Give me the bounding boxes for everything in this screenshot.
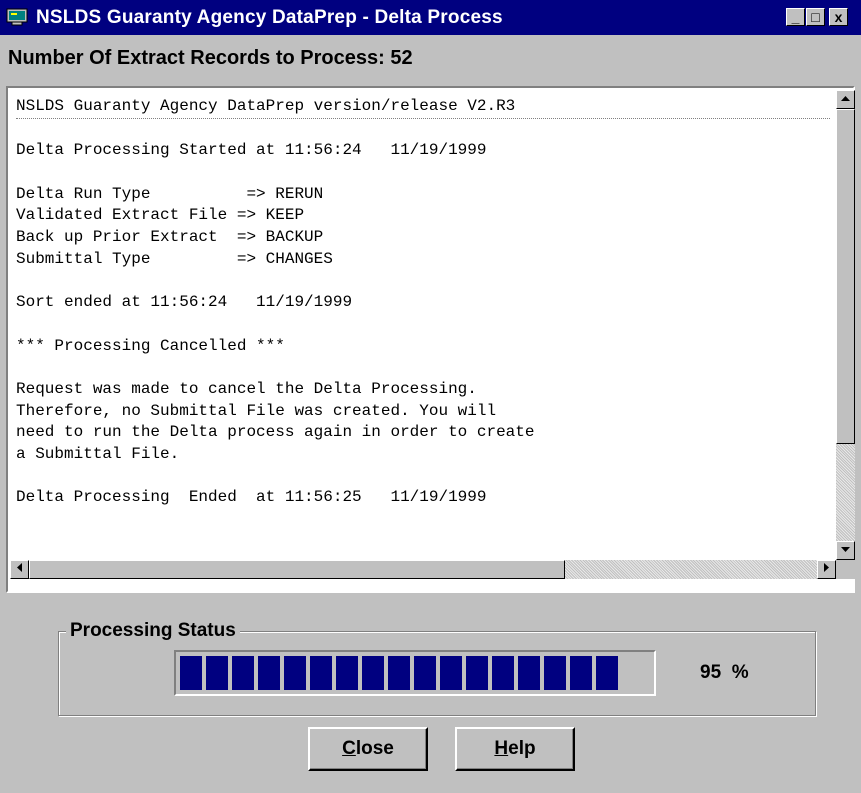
close-button[interactable]: Close [308,727,428,771]
arrow-up-icon [841,94,850,105]
log-line: *** Processing Cancelled *** [16,336,285,355]
progress-bar-fill [180,656,618,690]
close-icon: x [834,9,843,25]
log-line: need to run the Delta process again in o… [16,423,535,442]
close-window-button[interactable]: x [829,8,848,26]
log-content: NSLDS Guaranty Agency DataPrep version/r… [16,96,836,566]
progress-percent: 95 % [700,662,749,683]
window-title: NSLDS Guaranty Agency DataPrep - Delta P… [36,7,503,28]
arrow-down-icon [841,545,850,556]
scroll-right-button[interactable] [817,560,836,579]
delta-process-window: NSLDS Guaranty Agency DataPrep - Delta P… [0,0,861,793]
scroll-up-button[interactable] [836,90,855,109]
vertical-scrollbar[interactable] [836,90,855,560]
maximize-button[interactable]: □ [806,8,825,26]
processing-status-legend: Processing Status [66,620,240,642]
scroll-down-button[interactable] [836,541,855,560]
log-line: Delta Run Type => RERUN [16,184,324,203]
log-line: Delta Processing Started at 11:56:24 11/… [16,141,487,160]
minimize-icon: _ [791,9,800,25]
log-line: a Submittal File. [16,445,180,463]
log-line: Validated Extract File => KEEP [16,206,305,225]
maximize-icon: □ [811,9,820,25]
arrow-left-icon [16,563,23,575]
scroll-left-button[interactable] [10,560,29,579]
log-line: Request was made to cancel the Delta Pro… [16,379,477,398]
log-line: Sort ended at 11:56:24 11/19/1999 [16,293,353,312]
help-button-accelerator: H [494,738,509,759]
log-line: Delta Processing Ended at 11:56:25 11/19… [16,488,487,507]
app-icon [6,8,28,27]
close-button-accelerator: C [342,738,356,759]
minimize-button[interactable]: _ [786,8,805,26]
horizontal-scroll-thumb[interactable] [29,560,565,579]
log-line: Submittal Type => CHANGES [16,249,333,268]
log-text-area[interactable]: NSLDS Guaranty Agency DataPrep version/r… [6,86,855,593]
log-line: Back up Prior Extract => BACKUP [16,228,324,247]
log-line: NSLDS Guaranty Agency DataPrep version/r… [16,96,830,119]
arrow-right-icon [823,563,830,575]
close-button-label: lose [355,738,394,759]
title-bar[interactable]: NSLDS Guaranty Agency DataPrep - Delta P… [0,0,861,35]
vertical-scroll-thumb[interactable] [836,109,855,444]
progress-bar [174,650,656,696]
help-button-label: elp [508,738,536,759]
help-button[interactable]: Help [455,727,575,771]
scrollbar-corner [836,560,855,579]
log-line: Therefore, no Submittal File was created… [16,401,497,420]
horizontal-scrollbar[interactable] [10,560,836,579]
records-count-label: Number Of Extract Records to Process: 52 [8,47,413,69]
